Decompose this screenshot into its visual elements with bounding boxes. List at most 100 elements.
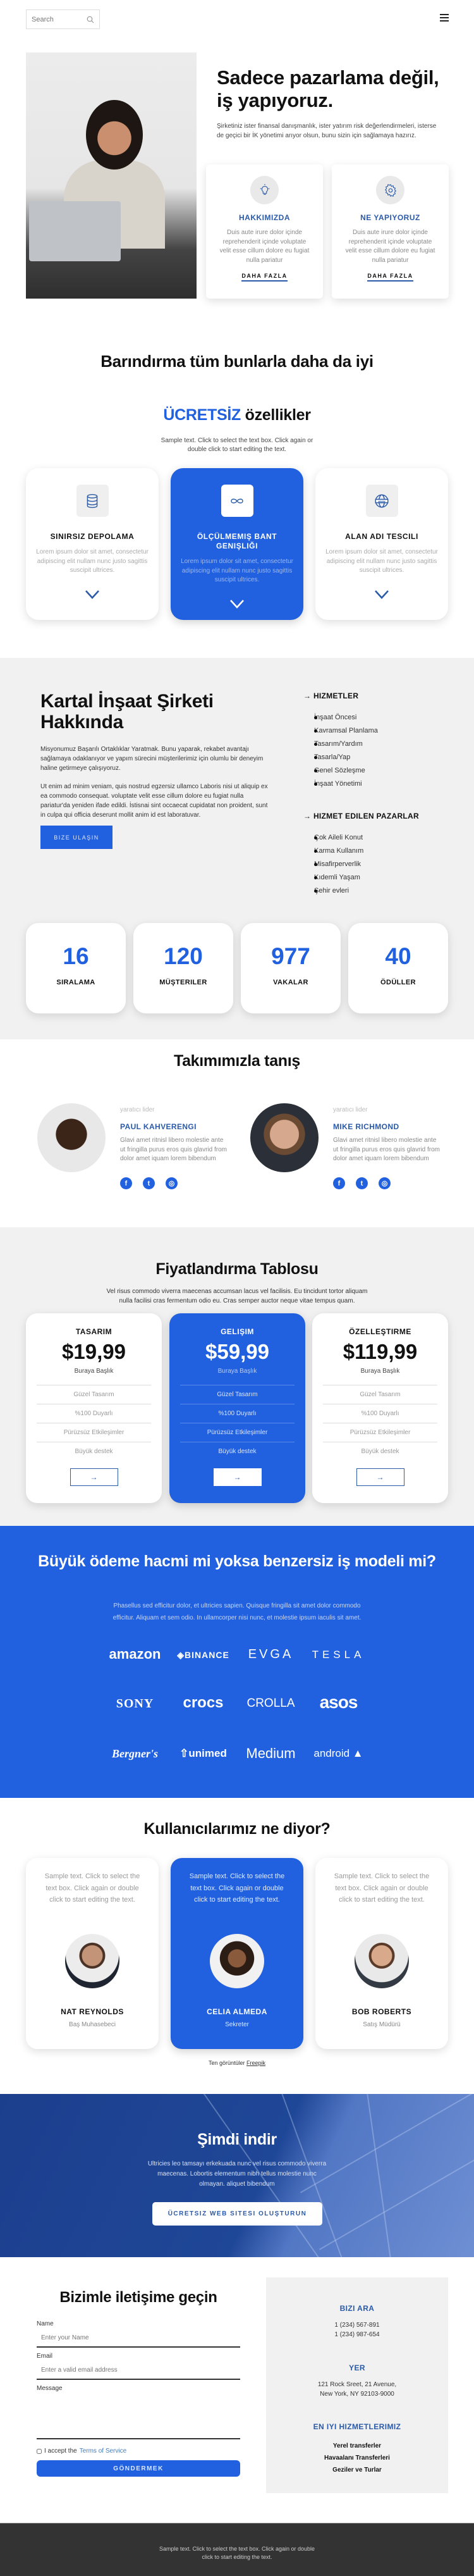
plan-select-button[interactable]: → [356,1468,404,1486]
search-input[interactable] [32,15,82,23]
team-title: Takımımızla tanış [173,1052,301,1070]
plan-feature: Büyük destek [180,1442,295,1461]
email-label: Email [37,2353,53,2360]
features-subtitle: ÜCRETSİZ özellikler [0,406,474,424]
footer-text: Sample text. Click to select the text bo… [159,2546,315,2560]
logo-unimed: ⇧unimed [179,1747,227,1759]
cta-desc: Ultricies leo tamsayı erkekuada nunc vel… [147,2160,327,2188]
about-title: Kartal İnşaat Şirketi Hakkında [40,691,214,733]
terms-checkbox[interactable] [37,2448,42,2454]
list-item: Çok Aileli Konut [314,834,363,847]
list-item: İnşaat Öncesi [314,714,378,727]
plan-features: Güzel Tasarım %100 Duyarlı Pürüzsüz Etki… [323,1385,437,1461]
globe-www-icon: www [365,485,398,517]
testimonial-position: Sekreter [225,2021,249,2028]
feature-title: SINIRSIZ DEPOLAMA [50,532,135,541]
testimonials-title: Kullanıcılarımız ne diyor? [143,1820,331,1838]
chevron-down-icon[interactable] [229,599,245,609]
name-label: Name [37,2320,54,2327]
infinity-icon [221,485,253,517]
stat-card: 120 MÜŞTERILER [133,923,233,1013]
create-website-button[interactable]: ÜCRETSIZ WEB SITESI OLUŞTURUN [152,2202,322,2226]
search-icon[interactable] [87,16,94,23]
markets-list: Çok Aileli Konut Karma Kullanım Misafirp… [314,834,363,900]
twitter-icon[interactable]: t [143,1177,155,1189]
chevron-down-icon[interactable] [85,590,100,600]
feature-card-bandwidth: ÖLÇÜLMEMIŞ BANT GENIŞLIĞI Lorem ipsum do… [171,468,303,620]
plan-subtitle: Buraya Başlık [74,1368,114,1375]
address-line-1: 121 Rock Sreet, 21 Avenue, [317,2381,397,2388]
pricing-section: Fiyatlandırma Tablosu Vel risus commodo … [0,1227,474,1526]
pricing-title: Fiyatlandırma Tablosu [155,1260,319,1278]
svg-text:www: www [377,500,386,503]
arrow-right-icon: → [303,691,313,700]
facebook-icon[interactable]: f [120,1177,132,1189]
plan-price: $19,99 [62,1340,126,1363]
testimonials-section: Kullanıcılarımız ne diyor? Sample text. … [0,1798,474,2094]
best-services-heading: EN IYI HIZMETLERIMIZ [313,2422,401,2431]
feature-card-domain: www ALAN ADI TESCILI Lorem ipsum dolor s… [315,468,448,620]
phone-2: 1 (234) 987-654 [334,2331,380,2338]
testimonial-quote: Sample text. Click to select the text bo… [334,1873,430,1904]
bg-building-line [365,2094,395,2257]
address-line-2: New York, NY 92103-9000 [320,2390,394,2398]
member-bio: Glavi amet ritnisl libero molestie ante … [333,1137,440,1162]
search-box[interactable] [26,9,100,29]
plan-card-development: GELIŞIM $59,99 Buraya Başlık Güzel Tasar… [169,1313,305,1503]
avatar [65,1933,119,1988]
terms-link[interactable]: Terms of Service [80,2448,126,2455]
plan-select-button[interactable]: → [70,1468,118,1486]
plan-name: ÖZELLEŞTIRME [349,1327,411,1336]
services-heading: → HIZMETLER [303,691,359,700]
list-item: Genel Sözleşme [314,767,378,780]
testimonial-name: NAT REYNOLDS [61,2007,124,2016]
plan-price: $119,99 [343,1340,418,1363]
plan-subtitle: Buraya Başlık [360,1368,400,1375]
logo-android: android ▲ [313,1747,363,1759]
social-links: f t ◎ [120,1177,178,1189]
submit-button[interactable]: GÖNDERMEK [37,2460,240,2477]
plan-select-button[interactable]: → [213,1468,262,1486]
call-heading: BIZI ARA [339,2304,375,2313]
logo-binance: ◈BINANCE [177,1650,229,1660]
twitter-icon[interactable]: t [356,1177,368,1189]
hero-title: Sadece pazarlama değil, iş yapıyoruz. [217,66,439,111]
brands-section: Büyük ödeme hacmi mi yoksa benzersiz iş … [0,1526,474,1798]
stat-label: SIRALAMA [56,979,95,986]
feature-card-storage: SINIRSIZ DEPOLAMA Lorem ipsum dolor sit … [26,468,159,620]
terms-row: I accept the Terms of Service [37,2448,126,2455]
member-name: PAUL KAHVERENGI [120,1122,197,1131]
plan-features: Güzel Tasarım %100 Duyarlı Pürüzsüz Etki… [180,1385,295,1461]
plan-feature: %100 Duyarlı [180,1404,295,1423]
more-link[interactable]: DAHA FAZLA [367,273,413,282]
stat-card: 977 VAKALAR [241,923,341,1013]
list-item: Karma Kullanım [314,847,363,860]
instagram-icon[interactable]: ◎ [166,1177,178,1189]
hero-card-about: HAKKIMIZDA Duis aute irure dolor içinde … [206,164,323,299]
chevron-down-icon[interactable] [374,590,389,600]
message-field[interactable] [37,2395,240,2439]
hamburger-menu-icon[interactable] [440,14,449,23]
feature-text: Lorem ipsum dolor sit amet, consectetur … [181,558,293,583]
facebook-icon[interactable]: f [333,1177,345,1189]
logo-bergners: Bergner's [111,1747,158,1760]
list-item: Kavramsal Planlama [314,727,378,740]
logo-amazon: amazon [109,1646,161,1662]
freepik-link[interactable]: Freepik [246,2060,265,2066]
features-subtitle-rest: özellikler [240,406,311,424]
stat-label: VAKALAR [273,979,308,986]
member-role: yaratıcı lider [333,1106,368,1113]
message-label: Message [37,2385,63,2392]
logo-crolla: CROLLA [246,1697,295,1710]
instagram-icon[interactable]: ◎ [379,1177,391,1189]
more-link[interactable]: DAHA FAZLA [241,273,288,282]
about-paragraph-1: Misyonumuz Başarılı Ortaklıklar Yaratmak… [40,746,264,772]
list-item: Tasarım/Yardım [314,740,378,753]
contact-us-button[interactable]: BIZE ULAŞIN [40,826,112,849]
feature-text: Lorem ipsum dolor sit amet, consectetur … [36,548,149,574]
testimonial-position: Satış Müdürü [363,2021,401,2028]
email-field[interactable] [37,2361,240,2380]
list-item: Tasarla/Yap [314,753,378,767]
social-links: f t ◎ [333,1177,391,1189]
name-field[interactable] [37,2329,240,2348]
